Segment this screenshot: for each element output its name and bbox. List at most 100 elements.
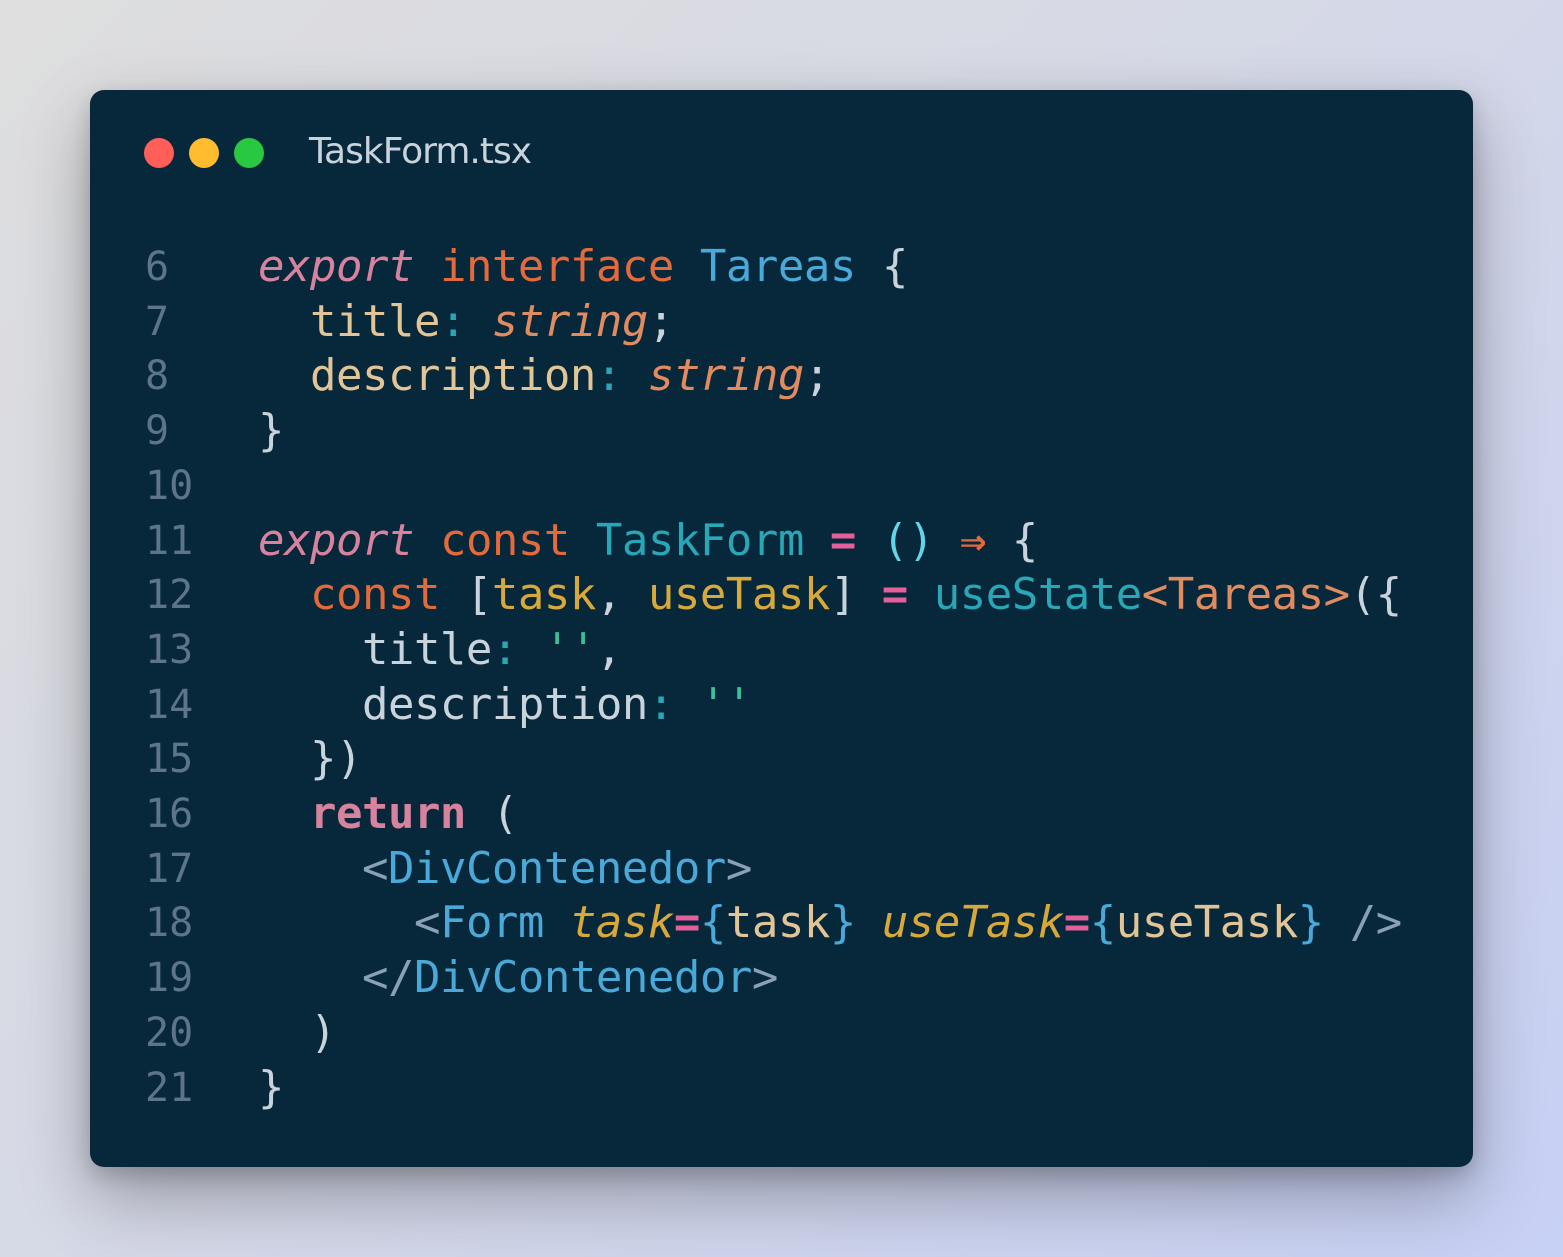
line-number: 7 [145,298,170,345]
code-token: ( [465,788,518,839]
code-token: export [258,241,414,292]
code-token: task [569,897,674,949]
code-token: > [725,842,753,894]
code-token: string [491,295,648,347]
line-number: 14 [145,681,194,728]
line-number: 8 [145,353,170,400]
code-token: '' [699,678,752,730]
code-token: useTask [647,569,830,621]
code-token: }) [258,733,362,785]
line-source: const [task, useTask] = useState<Tareas>… [258,568,1402,622]
line-source: export const TaskForm = () ⇒ { [258,514,1038,568]
code-token: string [647,350,804,402]
line-source: } [258,404,285,458]
code-token: DivContenedor [387,842,726,894]
line-source: </DivContenedor> [258,951,778,1005]
code-token: return [309,788,466,839]
code-token: : [491,623,519,675]
code-token: { [699,897,727,949]
code-token: title [258,623,492,675]
line-number: 17 [145,845,194,892]
code-token: ⇒ [959,514,987,566]
code-token: Form [439,897,544,949]
maximize-window-button[interactable] [234,138,264,168]
code-token: = [1063,897,1091,949]
line-number: 16 [145,791,194,837]
line-number: 20 [145,1009,194,1056]
line-number: 11 [145,517,194,564]
code-token: { [855,241,908,292]
code-token: } [829,897,857,949]
code-token: [ [439,569,492,621]
code-token: } [258,405,285,457]
line-source: title: '', [258,623,622,677]
code-token: description [258,678,648,730]
code-token: '' [543,623,596,675]
line-number: 12 [145,572,194,619]
code-token: /> [1349,897,1402,949]
code-token: < [361,842,389,894]
line-source: return ( [258,787,518,841]
code-token: = [673,897,701,949]
code-token: interface [439,241,674,292]
line-source: ) [258,1006,337,1060]
code-token: { [985,514,1038,566]
code-token: task [725,897,830,949]
line-source: export interface Tareas { [258,240,908,294]
line-source: } [258,1061,285,1115]
line-number: 18 [145,900,194,947]
code-token: : [439,295,467,347]
code-token: useTask [881,897,1064,949]
code-token: : [647,678,675,730]
code-token: : [595,350,623,402]
line-source: description: string; [258,349,830,403]
code-token: task [491,569,596,621]
code-token: TaskForm [595,514,804,566]
minimize-window-button[interactable] [189,138,219,168]
close-window-button[interactable] [144,138,174,168]
line-source: }) [258,732,362,786]
code-token: () [881,514,934,566]
code-token: const [309,569,440,621]
code-token: useState [933,569,1142,621]
line-number: 15 [145,736,194,783]
code-token: const [439,514,570,566]
window-filename: TaskForm.tsx [309,131,532,172]
line-number: 9 [145,408,170,455]
line-source: <DivContenedor> [258,842,752,896]
line-source: title: string; [258,295,674,349]
line-number: 19 [145,955,194,1002]
code-token: <Tareas> [1141,569,1350,621]
line-source: <Form task={task} useTask={useTask} /> [258,896,1402,950]
code-token: ; [803,350,831,402]
code-token: DivContenedor [413,952,752,1004]
line-number: 21 [145,1064,194,1111]
code-token: ({ [1349,569,1402,621]
code-token: description [309,350,596,402]
code-token: , [595,569,648,621]
line-number: 13 [145,626,194,673]
code-token: { [1089,897,1117,949]
code-token: export [258,514,414,566]
code-token: ; [647,295,675,347]
code-token: } [1297,897,1325,949]
